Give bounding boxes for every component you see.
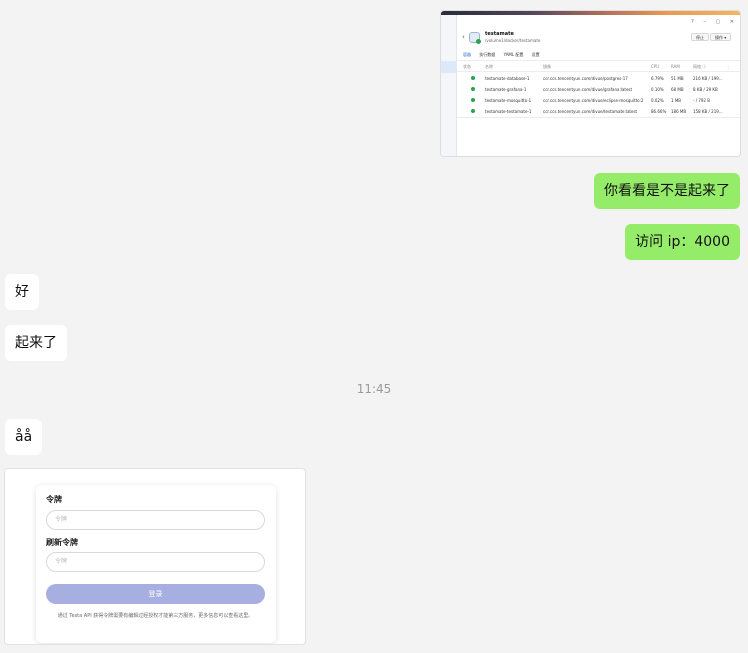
running-status-dot (476, 39, 481, 44)
col-status: 状态 (463, 64, 471, 69)
col-name: 名称 (485, 64, 493, 69)
login-button: 登录 (46, 584, 265, 604)
back-arrow-icon: ‹ (462, 33, 465, 41)
outgoing-message[interactable]: 访问 ip：4000 (625, 224, 740, 260)
row-name: testamate-database-1 (485, 76, 530, 81)
table-row: testamate-grafana-1 ccr.ccs.tencentyun.c… (457, 84, 740, 95)
row-cpu: 0.02% (651, 98, 664, 103)
sidebar-selected-item (441, 61, 457, 73)
row-cpu: 6.79% (651, 76, 664, 81)
container-manager-window: ? – ▢ ✕ ‹ testamate /volume1/docker/test… (441, 15, 740, 156)
project-title: testamate (485, 31, 514, 37)
row-ram: 186 MB (671, 109, 687, 114)
refresh-token-input: 令牌 (46, 552, 265, 572)
message-timestamp: 11:45 (356, 382, 392, 396)
tab-execution: 执行数据 (479, 52, 496, 57)
shared-screenshot-login-form[interactable]: 令牌 令牌 刷新令牌 令牌 登录 通过 Testa API 获得令牌需要有编辑过… (4, 468, 306, 645)
row-name: testamate-testamate-1 (485, 109, 532, 114)
incoming-message[interactable]: åå (5, 419, 43, 455)
row-image: ccr.ccs.tencentyun.com/divue/grafana:lat… (543, 87, 633, 92)
outgoing-message[interactable]: 你看看是不是起来了 (594, 173, 740, 209)
row-ram: 51 MB (671, 76, 684, 81)
row-ram: 1 MB (671, 98, 682, 103)
running-status-dot (471, 76, 475, 80)
running-status-dot (471, 98, 475, 102)
incoming-message[interactable]: 起来了 (5, 325, 67, 361)
project-path: /volume1/docker/testamate (485, 38, 541, 43)
row-network: - / 792 B (693, 98, 710, 103)
table-row: testamate-mosquitto-1 ccr.ccs.tencentyun… (457, 95, 740, 106)
stop-button: 停止 (691, 33, 709, 41)
row-network: 158 KB / 219... (693, 109, 723, 114)
row-cpu: 0.10% (651, 87, 664, 92)
divider (457, 71, 740, 72)
tab-yaml: YAML 配置 (503, 52, 524, 57)
col-network: 网络 ⓘ (693, 64, 707, 69)
tab-settings: 设置 (531, 52, 540, 57)
window-sidebar (441, 15, 457, 156)
divider (457, 117, 740, 118)
running-status-dot (471, 87, 475, 91)
tab-container: 容器 (463, 52, 471, 57)
shared-screenshot-container-manager[interactable]: ? – ▢ ✕ ‹ testamate /volume1/docker/test… (440, 10, 741, 157)
action-dropdown-button: 操作 ▾ (710, 33, 732, 41)
running-status-dot (471, 109, 475, 113)
row-network: 8 KB / 29 KB (693, 87, 718, 92)
row-name: testamate-mosquitto-1 (485, 98, 532, 103)
col-ram: RAM (671, 64, 680, 69)
table-row: testamate-testamate-1 ccr.ccs.tencentyun… (457, 106, 740, 117)
col-cpu: CPU (651, 64, 660, 69)
container-app-icon (469, 32, 481, 44)
row-image: ccr.ccs.tencentyun.com/divue/postgres-17 (543, 76, 628, 81)
col-more: ⋮ (726, 64, 730, 69)
col-image: 镜像 (543, 64, 551, 69)
row-image: ccr.ccs.tencentyun.com/divue/testamate:l… (543, 109, 638, 114)
project-tabs: 容器 执行数据 YAML 配置 设置 (463, 52, 547, 58)
refresh-token-label: 刷新令牌 (46, 538, 78, 547)
token-input: 令牌 (46, 510, 265, 530)
table-row: testamate-database-1 ccr.ccs.tencentyun.… (457, 73, 740, 84)
login-note: 通过 Testa API 获得令牌需要有编辑过经授权才能第三方服务，更多信息可以… (57, 613, 254, 619)
incoming-message[interactable]: 好 (5, 274, 39, 310)
row-name: testamate-grafana-1 (485, 87, 527, 92)
login-card: 令牌 令牌 刷新令牌 令牌 登录 通过 Testa API 获得令牌需要有编辑过… (36, 485, 276, 643)
row-image: ccr.ccs.tencentyun.com/divue/eclipse-mos… (543, 98, 644, 103)
row-network: 216 KB / 199... (693, 76, 723, 81)
row-ram: 68 MB (671, 87, 684, 92)
token-label: 令牌 (46, 495, 62, 504)
window-controls: ? – ▢ ✕ (691, 19, 738, 25)
row-cpu: 86.66% (651, 109, 667, 114)
